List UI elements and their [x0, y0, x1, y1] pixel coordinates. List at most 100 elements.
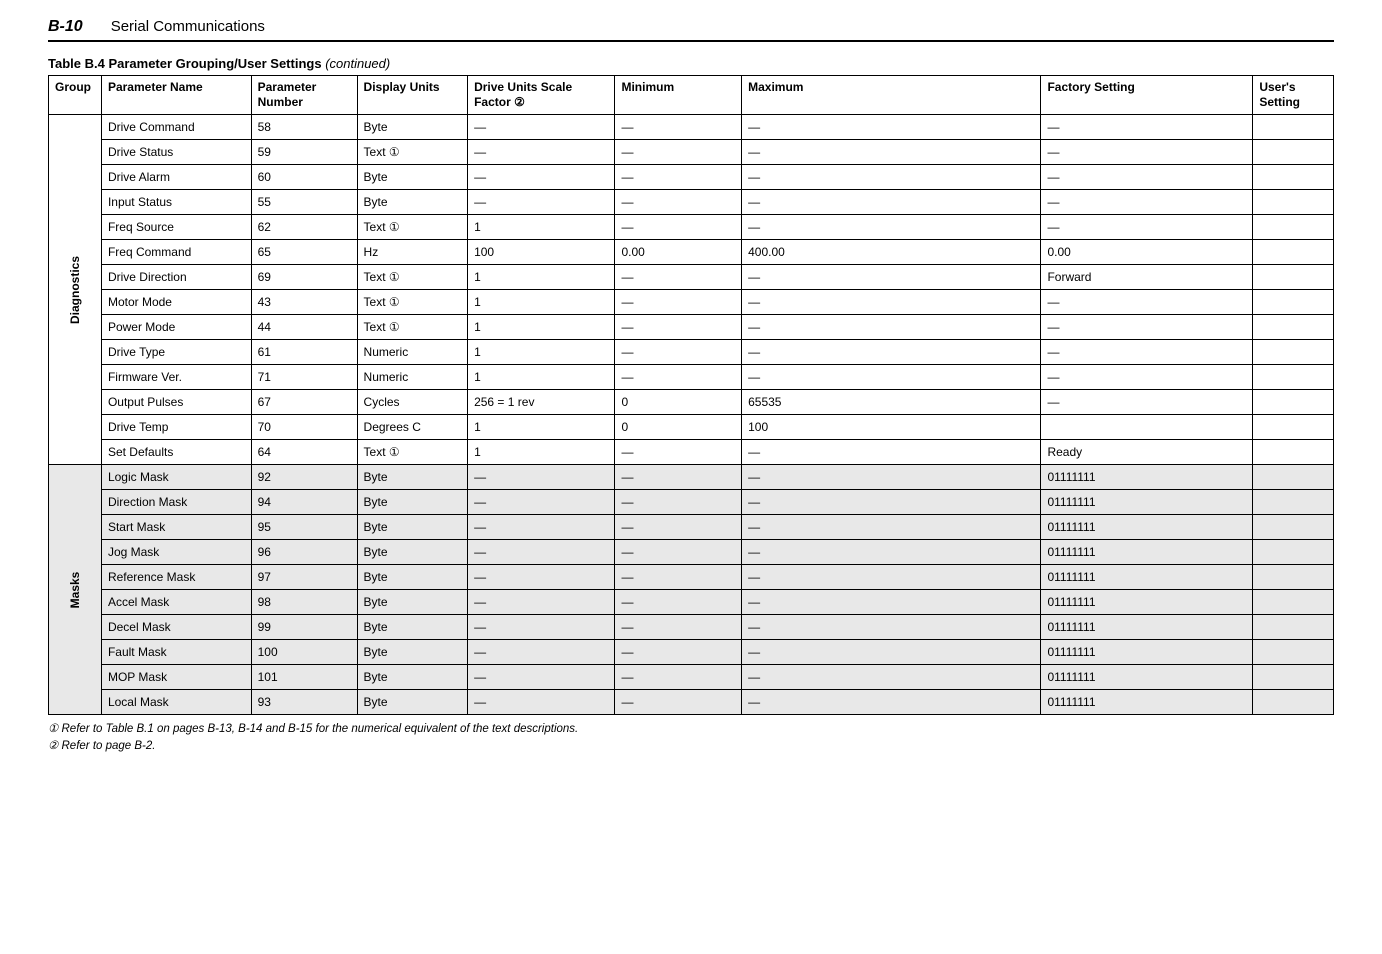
cell-pnum: 61 [251, 340, 357, 365]
table-row: Set Defaults64Text ①1——Ready [49, 440, 1334, 465]
cell-max: — [742, 265, 1041, 290]
footnote-2: ② Refer to page B-2. [48, 738, 1334, 755]
cell-factory: Forward [1041, 265, 1253, 290]
cell-max: — [742, 290, 1041, 315]
cell-factory: — [1041, 165, 1253, 190]
cell-factory: 01111111 [1041, 565, 1253, 590]
cell-pnum: 43 [251, 290, 357, 315]
cell-factory: — [1041, 390, 1253, 415]
cell-user [1253, 490, 1334, 515]
cell-factory: 01111111 [1041, 590, 1253, 615]
cell-min: — [615, 665, 742, 690]
cell-scale: — [468, 540, 615, 565]
footnote-1: ① Refer to Table B.1 on pages B-13, B-14… [48, 721, 1334, 738]
cell-scale: — [468, 640, 615, 665]
cell-pnum: 55 [251, 190, 357, 215]
cell-user [1253, 115, 1334, 140]
cell-name: Reference Mask [101, 565, 251, 590]
cell-scale: 1 [468, 290, 615, 315]
cell-min: — [615, 265, 742, 290]
cell-max: 400.00 [742, 240, 1041, 265]
cell-factory: 01111111 [1041, 465, 1253, 490]
group-label: Masks [68, 571, 82, 608]
table-row: Output Pulses67Cycles256 = 1 rev065535— [49, 390, 1334, 415]
cell-pnum: 60 [251, 165, 357, 190]
cell-user [1253, 590, 1334, 615]
col-units-header: Display Units [357, 76, 468, 115]
cell-pnum: 99 [251, 615, 357, 640]
cell-units: Byte [357, 565, 468, 590]
cell-min: — [615, 340, 742, 365]
cell-scale: 1 [468, 265, 615, 290]
cell-user [1253, 465, 1334, 490]
cell-units: Text ① [357, 290, 468, 315]
table-header-row: Group Parameter Name Parameter Number Di… [49, 76, 1334, 115]
cell-name: Drive Temp [101, 415, 251, 440]
cell-max: — [742, 640, 1041, 665]
cell-name: Logic Mask [101, 465, 251, 490]
cell-max: — [742, 465, 1041, 490]
cell-units: Byte [357, 190, 468, 215]
table-row: Drive Type61Numeric1——— [49, 340, 1334, 365]
cell-user [1253, 265, 1334, 290]
cell-factory: — [1041, 115, 1253, 140]
cell-units: Numeric [357, 340, 468, 365]
cell-units: Degrees C [357, 415, 468, 440]
table-row: Reference Mask97Byte———01111111 [49, 565, 1334, 590]
cell-units: Byte [357, 590, 468, 615]
table-row: Accel Mask98Byte———01111111 [49, 590, 1334, 615]
cell-units: Text ① [357, 265, 468, 290]
table-row: MOP Mask101Byte———01111111 [49, 665, 1334, 690]
cell-min: — [615, 490, 742, 515]
cell-min: — [615, 290, 742, 315]
cell-max: — [742, 140, 1041, 165]
cell-name: Fault Mask [101, 640, 251, 665]
cell-scale: 1 [468, 315, 615, 340]
cell-name: MOP Mask [101, 665, 251, 690]
cell-user [1253, 640, 1334, 665]
cell-user [1253, 415, 1334, 440]
col-min-header: Minimum [615, 76, 742, 115]
table-row: Drive Alarm60Byte———— [49, 165, 1334, 190]
cell-name: Drive Alarm [101, 165, 251, 190]
cell-factory: 01111111 [1041, 490, 1253, 515]
cell-pnum: 70 [251, 415, 357, 440]
cell-min: — [615, 565, 742, 590]
cell-units: Text ① [357, 315, 468, 340]
cell-max: — [742, 665, 1041, 690]
cell-user [1253, 665, 1334, 690]
cell-scale: 1 [468, 415, 615, 440]
cell-user [1253, 390, 1334, 415]
cell-name: Drive Direction [101, 265, 251, 290]
cell-min: — [615, 465, 742, 490]
cell-min: — [615, 690, 742, 715]
cell-user [1253, 140, 1334, 165]
cell-max: — [742, 440, 1041, 465]
col-max-header: Maximum [742, 76, 1041, 115]
cell-max: — [742, 690, 1041, 715]
table-row: Freq Command65Hz1000.00400.000.00 [49, 240, 1334, 265]
cell-user [1253, 565, 1334, 590]
cell-user [1253, 190, 1334, 215]
cell-scale: — [468, 590, 615, 615]
cell-user [1253, 240, 1334, 265]
cell-scale: 1 [468, 215, 615, 240]
cell-min: — [615, 115, 742, 140]
cell-name: Drive Status [101, 140, 251, 165]
cell-min: — [615, 540, 742, 565]
cell-units: Text ① [357, 140, 468, 165]
cell-max: — [742, 190, 1041, 215]
cell-max: 65535 [742, 390, 1041, 415]
group-label-cell: Diagnostics [49, 115, 102, 465]
cell-max: — [742, 365, 1041, 390]
cell-units: Byte [357, 640, 468, 665]
cell-user [1253, 315, 1334, 340]
cell-max: — [742, 490, 1041, 515]
cell-min: — [615, 315, 742, 340]
cell-factory: — [1041, 290, 1253, 315]
cell-max: — [742, 215, 1041, 240]
table-row: Freq Source62Text ①1——— [49, 215, 1334, 240]
cell-scale: — [468, 115, 615, 140]
table-row: Motor Mode43Text ①1——— [49, 290, 1334, 315]
cell-scale: 256 = 1 rev [468, 390, 615, 415]
